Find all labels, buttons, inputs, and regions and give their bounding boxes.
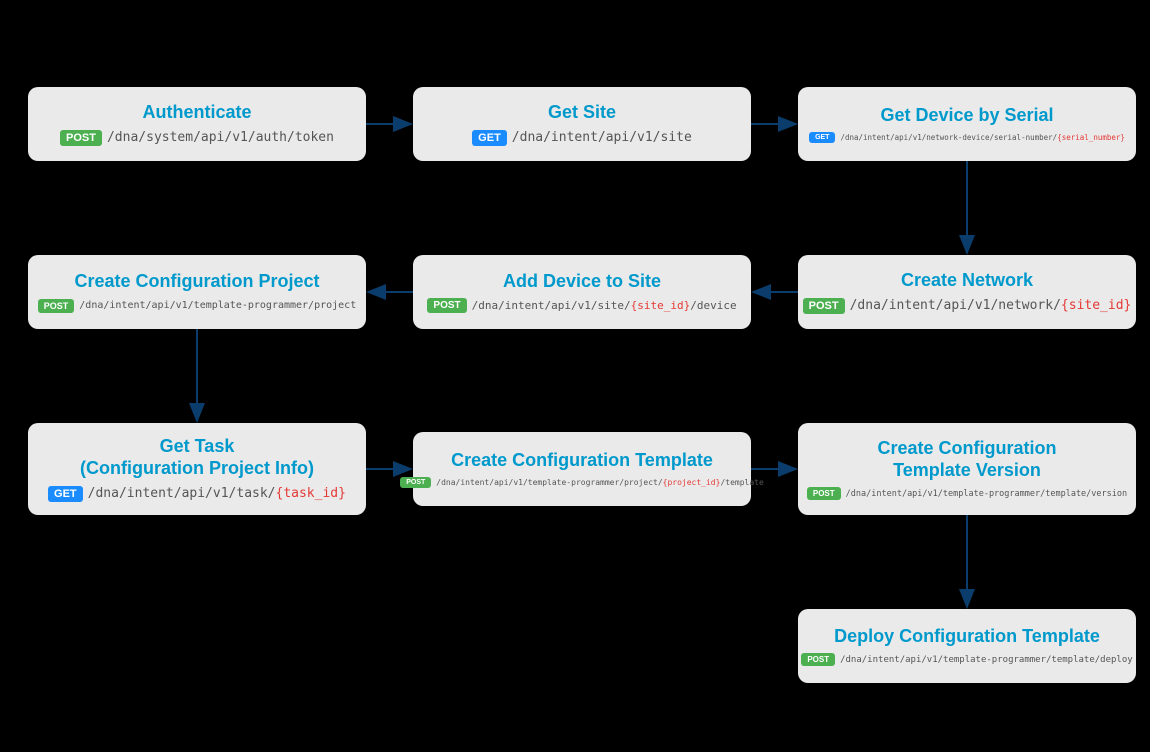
api-line: GET /dna/intent/api/v1/site — [472, 130, 692, 146]
http-method-badge: POST — [60, 130, 102, 146]
api-line: GET /dna/intent/api/v1/network-device/se… — [809, 132, 1125, 143]
api-path: /dna/intent/api/v1/template-programmer/t… — [846, 489, 1127, 499]
node-deploy-config-template: Deploy Configuration Template POST /dna/… — [798, 609, 1136, 683]
node-title: Add Device to Site — [503, 271, 661, 293]
api-path: /dna/intent/api/v1/task/{task_id} — [88, 486, 346, 501]
node-title: Deploy Configuration Template — [834, 626, 1100, 648]
api-line: POST /dna/intent/api/v1/template-program… — [807, 487, 1127, 500]
api-path: /dna/intent/api/v1/site — [512, 130, 692, 145]
node-get-site: Get Site GET /dna/intent/api/v1/site — [413, 87, 751, 161]
node-title: Create Network — [901, 270, 1033, 292]
api-line: GET /dna/intent/api/v1/task/{task_id} — [48, 486, 346, 502]
api-path: /dna/system/api/v1/auth/token — [107, 130, 334, 145]
node-get-device-by-serial: Get Device by Serial GET /dna/intent/api… — [798, 87, 1136, 161]
node-title: Get Task (Configuration Project Info) — [80, 436, 314, 479]
api-line: POST /dna/intent/api/v1/template-program… — [400, 477, 764, 488]
node-title: Authenticate — [142, 102, 251, 124]
api-line: POST /dna/intent/api/v1/site/{site_id}/d… — [427, 298, 736, 313]
http-method-badge: POST — [801, 653, 835, 666]
api-line: POST /dna/intent/api/v1/template-program… — [801, 653, 1132, 666]
http-method-badge: POST — [803, 298, 845, 314]
api-path: /dna/intent/api/v1/template-programmer/p… — [79, 300, 356, 311]
node-add-device-to-site: Add Device to Site POST /dna/intent/api/… — [413, 255, 751, 329]
api-path: /dna/intent/api/v1/template-programmer/t… — [840, 655, 1133, 665]
node-title: Create Configuration Template Version — [877, 438, 1056, 481]
node-title: Get Site — [548, 102, 616, 124]
api-line: POST /dna/intent/api/v1/network/{site_id… — [803, 298, 1132, 314]
node-create-network: Create Network POST /dna/intent/api/v1/n… — [798, 255, 1136, 329]
api-line: POST /dna/intent/api/v1/template-program… — [38, 299, 356, 313]
api-path: /dna/intent/api/v1/network/{site_id} — [850, 298, 1132, 313]
api-path: /dna/intent/api/v1/network-device/serial… — [840, 133, 1124, 142]
http-method-badge: POST — [807, 487, 841, 500]
node-get-task: Get Task (Configuration Project Info) GE… — [28, 423, 366, 515]
node-authenticate: Authenticate POST /dna/system/api/v1/aut… — [28, 87, 366, 161]
http-method-badge: POST — [38, 299, 75, 313]
node-create-config-template: Create Configuration Template POST /dna/… — [413, 432, 751, 506]
http-method-badge: POST — [427, 298, 466, 313]
http-method-badge: GET — [809, 132, 835, 143]
node-create-config-project: Create Configuration Project POST /dna/i… — [28, 255, 366, 329]
node-create-config-template-version: Create Configuration Template Version PO… — [798, 423, 1136, 515]
node-title: Create Configuration Template — [451, 450, 713, 472]
http-method-badge: GET — [472, 130, 507, 146]
api-path: /dna/intent/api/v1/site/{site_id}/device — [472, 299, 737, 312]
api-path: /dna/intent/api/v1/template-programmer/p… — [436, 478, 764, 487]
http-method-badge: POST — [400, 477, 431, 488]
node-title: Get Device by Serial — [880, 105, 1053, 127]
http-method-badge: GET — [48, 486, 83, 502]
node-title: Create Configuration Project — [74, 271, 319, 293]
api-line: POST /dna/system/api/v1/auth/token — [60, 130, 334, 146]
